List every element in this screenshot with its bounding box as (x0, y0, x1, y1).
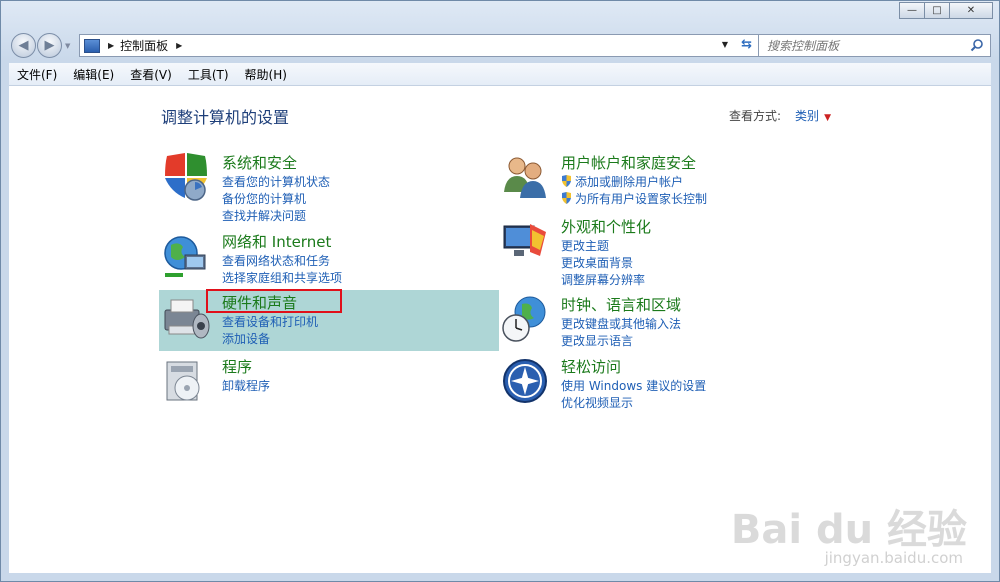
refresh-icon[interactable]: ⇆ (741, 37, 752, 52)
breadcrumb-separator-icon[interactable]: ▶ (108, 41, 114, 50)
menu-bar: 文件(F) 编辑(E) 查看(V) 工具(T) 帮助(H) (9, 63, 991, 86)
close-button[interactable]: ✕ (949, 2, 993, 19)
forward-arrow-icon: ▶ (44, 38, 55, 53)
address-dropdown-icon[interactable]: ▼ (722, 40, 728, 49)
uac-shield-icon (562, 192, 571, 204)
view-by-label: 查看方式: (729, 109, 782, 123)
link-backup[interactable]: 备份您的计算机 (222, 190, 306, 207)
annotation-highlight-box (206, 289, 342, 313)
navigation-bar: ◀ ▶ ▼ ▶ 控制面板 ▶ ▼ ⇆ (9, 33, 991, 59)
view-by-value[interactable]: 类别 (795, 109, 819, 123)
menu-edit[interactable]: 编辑(E) (65, 66, 122, 83)
link-optimize-display[interactable]: 优化视频显示 (561, 394, 633, 411)
category-title[interactable]: 时钟、语言和区域 (561, 294, 681, 315)
window-controls: — □ ✕ (899, 2, 993, 19)
menu-file[interactable]: 文件(F) (9, 66, 65, 83)
view-by-dropdown-icon[interactable]: ▼ (824, 113, 831, 123)
recent-pages-dropdown[interactable]: ▼ (65, 42, 70, 50)
clock-globe-icon[interactable] (500, 294, 550, 344)
watermark-brand: Bai du 经验 (730, 507, 967, 553)
network-globe-icon[interactable] (161, 231, 211, 281)
link-text[interactable]: 为所有用户设置家长控制 (575, 192, 707, 206)
menu-help[interactable]: 帮助(H) (237, 66, 295, 83)
watermark-url: jingyan.baidu.com (824, 549, 963, 567)
link-network-status[interactable]: 查看网络状态和任务 (222, 252, 330, 269)
search-box[interactable] (758, 34, 991, 57)
address-bar[interactable]: ▶ 控制面板 ▶ ▼ ⇆ (79, 34, 759, 57)
menu-view[interactable]: 查看(V) (122, 66, 180, 83)
back-arrow-icon: ◀ (18, 38, 29, 53)
link-change-theme[interactable]: 更改主题 (561, 237, 609, 254)
link-add-remove-accounts[interactable]: 添加或删除用户帐户 (561, 173, 683, 190)
link-display-language[interactable]: 更改显示语言 (561, 332, 633, 349)
link-devices-printers[interactable]: 查看设备和打印机 (222, 313, 318, 330)
back-button[interactable]: ◀ (11, 33, 36, 58)
search-icon[interactable] (970, 38, 984, 52)
maximize-button[interactable]: □ (924, 2, 950, 19)
shield-icon[interactable] (161, 152, 211, 202)
category-title[interactable]: 程序 (222, 356, 252, 377)
category-title[interactable]: 用户帐户和家庭安全 (561, 152, 696, 173)
printer-icon[interactable] (161, 292, 211, 342)
users-icon[interactable] (500, 152, 550, 202)
link-change-keyboard[interactable]: 更改键盘或其他输入法 (561, 315, 681, 332)
link-view-status[interactable]: 查看您的计算机状态 (222, 173, 330, 190)
control-panel-window: — □ ✕ ◀ ▶ ▼ ▶ 控制面板 ▶ ▼ ⇆ 文件(F) 编辑(E) 查看(… (0, 0, 1000, 582)
category-title[interactable]: 轻松访问 (561, 356, 621, 377)
page-title: 调整计算机的设置 (161, 108, 290, 127)
control-panel-icon (84, 38, 100, 53)
minimize-button[interactable]: — (899, 2, 925, 19)
search-input[interactable] (765, 37, 964, 54)
forward-button[interactable]: ▶ (37, 33, 62, 58)
category-title[interactable]: 外观和个性化 (561, 216, 651, 237)
link-parental-controls[interactable]: 为所有用户设置家长控制 (561, 190, 707, 207)
content-area: 调整计算机的设置 查看方式: 类别 ▼ 系统和安全 查看您的计算机状态 备份您的计算… (9, 86, 991, 573)
category-title[interactable]: 网络和 Internet (222, 231, 331, 252)
view-by: 查看方式: 类别 ▼ (729, 107, 831, 124)
link-troubleshoot[interactable]: 查找并解决问题 (222, 207, 306, 224)
programs-icon[interactable] (161, 356, 211, 406)
breadcrumb-control-panel[interactable]: 控制面板 (120, 37, 168, 54)
link-homegroup[interactable]: 选择家庭组和共享选项 (222, 269, 342, 286)
link-recommended-settings[interactable]: 使用 Windows 建议的设置 (561, 377, 706, 394)
menu-tools[interactable]: 工具(T) (180, 66, 237, 83)
ease-of-access-icon[interactable] (500, 356, 550, 406)
appearance-icon[interactable] (500, 216, 550, 266)
link-uninstall[interactable]: 卸载程序 (222, 377, 270, 394)
link-add-device[interactable]: 添加设备 (222, 330, 270, 347)
link-desktop-background[interactable]: 更改桌面背景 (561, 254, 633, 271)
breadcrumb-separator-icon[interactable]: ▶ (176, 41, 182, 50)
link-text[interactable]: 添加或删除用户帐户 (575, 175, 683, 189)
uac-shield-icon (562, 175, 571, 187)
link-screen-resolution[interactable]: 调整屏幕分辨率 (561, 271, 645, 288)
category-title[interactable]: 系统和安全 (222, 152, 297, 173)
